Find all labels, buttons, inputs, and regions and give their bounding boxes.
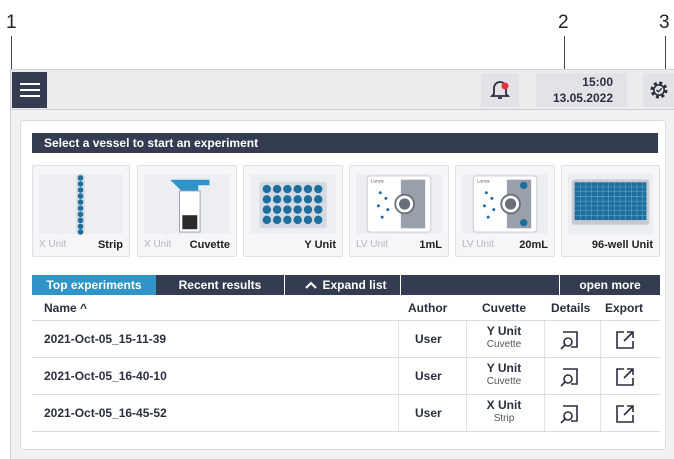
- cuvette-type: Cuvette: [486, 376, 522, 387]
- experiment-cuvette: Y Unit Cuvette: [474, 358, 534, 389]
- cuvette-type: Strip: [493, 413, 515, 424]
- tab-separator: [400, 275, 401, 295]
- settings-button[interactable]: [643, 73, 674, 107]
- cuvette-unit: Y Unit: [486, 324, 522, 338]
- menu-button[interactable]: [12, 72, 47, 108]
- cuvette-unit: X Unit: [486, 398, 522, 412]
- experiment-author: User: [415, 369, 442, 383]
- clock-display[interactable]: 15:00 13.05.2022: [536, 73, 627, 107]
- app-screen: 15:00 13.05.2022 Select a vessel to star…: [10, 69, 674, 459]
- column-divider: [600, 321, 601, 357]
- svg-text:Lonza: Lonza: [371, 179, 384, 184]
- lv-20ml-vessel-image: Lonza: [462, 172, 548, 236]
- experiment-name: 2021-Oct-05_16-40-10: [44, 369, 167, 383]
- experiment-tabs: Top experiments Recent results Expand li…: [32, 275, 660, 295]
- experiment-name: 2021-Oct-05_15-11-39: [44, 332, 167, 346]
- top-bar: 15:00 13.05.2022: [11, 70, 674, 110]
- experiments-table: Name ^ Author Cuvette Details Export 202…: [32, 295, 660, 432]
- experiment-author: User: [415, 406, 442, 420]
- details-icon[interactable]: [559, 366, 581, 388]
- table-row[interactable]: 2021-Oct-05_15-11-39 User Y Unit Cuvette: [32, 321, 660, 358]
- column-divider: [466, 395, 467, 431]
- tab-top-experiments[interactable]: Top experiments: [32, 275, 156, 295]
- vessel-x-unit-cuvette[interactable]: X Unit Cuvette: [137, 165, 237, 257]
- export-icon[interactable]: [614, 403, 636, 425]
- gear-icon: [650, 81, 668, 99]
- expand-list-button[interactable]: Expand list: [294, 275, 398, 295]
- main-panel: Select a vessel to start an experiment X…: [20, 120, 666, 450]
- column-header-cuvette: Cuvette: [482, 301, 527, 315]
- callout-1: 1: [6, 12, 17, 33]
- vessel-x-unit-strip[interactable]: X Unit Strip: [32, 165, 130, 257]
- column-divider: [600, 395, 601, 431]
- vessel-96-well-unit[interactable]: 96-well Unit: [561, 165, 660, 257]
- column-divider: [398, 395, 399, 431]
- export-icon[interactable]: [614, 366, 636, 388]
- table-row[interactable]: 2021-Oct-05_16-45-52 User X Unit Strip: [32, 395, 660, 432]
- notification-button[interactable]: [481, 73, 519, 107]
- clock-time: 15:00: [582, 75, 613, 89]
- vessel-y-unit[interactable]: Y Unit: [243, 165, 343, 257]
- tab-recent-results[interactable]: Recent results: [160, 275, 280, 295]
- open-more-button[interactable]: open more: [560, 275, 660, 295]
- vessel-section-header: Select a vessel to start an experiment: [32, 133, 658, 153]
- vessel-list: X Unit Strip X Unit Cuvette Y Unit Lonza…: [32, 165, 662, 257]
- lv-1ml-vessel-image: Lonza: [356, 172, 442, 236]
- vessel-main-label: 96-well Unit: [591, 239, 653, 251]
- vessel-main-label: 1mL: [419, 239, 442, 251]
- vessel-sub-label: LV Unit: [462, 239, 495, 250]
- vessel-main-label: 20mL: [519, 239, 548, 251]
- column-header-details: Details: [551, 301, 591, 315]
- column-divider: [544, 395, 545, 431]
- expand-list-label: Expand list: [322, 278, 387, 292]
- clock-date: 13.05.2022: [552, 91, 613, 105]
- svg-text:Lonza: Lonza: [477, 179, 490, 184]
- notification-bell-icon: [490, 81, 510, 99]
- cuvette-unit: Y Unit: [486, 361, 522, 375]
- callout-2: 2: [558, 12, 569, 33]
- column-header-author: Author: [408, 301, 448, 315]
- column-divider: [398, 358, 399, 394]
- callout-3: 3: [659, 12, 670, 33]
- chevron-up-icon: [305, 281, 318, 289]
- strip-vessel-image: [39, 172, 123, 236]
- experiment-name: 2021-Oct-05_16-45-52: [44, 406, 167, 420]
- hamburger-menu-icon: [19, 83, 40, 85]
- column-divider: [466, 321, 467, 357]
- column-divider: [544, 321, 545, 357]
- details-icon[interactable]: [559, 329, 581, 351]
- vessel-main-label: Y Unit: [304, 239, 336, 251]
- column-divider: [600, 358, 601, 394]
- hamburger-line: [19, 95, 40, 97]
- export-icon[interactable]: [614, 329, 636, 351]
- column-divider: [398, 321, 399, 357]
- vessel-main-label: Cuvette: [189, 239, 230, 251]
- column-divider: [544, 358, 545, 394]
- cuvette-vessel-image: [144, 172, 230, 236]
- vessel-sub-label: X Unit: [39, 239, 67, 250]
- table-header: Name ^ Author Cuvette Details Export: [32, 295, 660, 321]
- column-header-name[interactable]: Name ^: [44, 295, 87, 321]
- hamburger-line: [19, 89, 40, 91]
- experiment-cuvette: X Unit Strip: [474, 395, 534, 426]
- vessel-lv-unit-1ml[interactable]: Lonza LV Unit 1mL: [349, 165, 449, 257]
- callout-line-1: [11, 36, 12, 70]
- column-header-export: Export: [605, 301, 644, 315]
- details-icon[interactable]: [559, 403, 581, 425]
- vessel-sub-label: LV Unit: [356, 239, 389, 250]
- table-row[interactable]: 2021-Oct-05_16-40-10 User Y Unit Cuvette: [32, 358, 660, 395]
- experiment-cuvette: Y Unit Cuvette: [474, 321, 534, 352]
- vessel-main-label: Strip: [97, 239, 123, 251]
- experiment-author: User: [415, 332, 442, 346]
- 96-well-vessel-image: [568, 172, 653, 236]
- vessel-sub-label: X Unit: [144, 239, 172, 250]
- tab-separator: [284, 275, 285, 295]
- y-unit-vessel-image: [250, 172, 336, 236]
- column-divider: [466, 358, 467, 394]
- vessel-lv-unit-20ml[interactable]: Lonza LV Unit 20mL: [455, 165, 555, 257]
- cuvette-type: Cuvette: [486, 339, 522, 350]
